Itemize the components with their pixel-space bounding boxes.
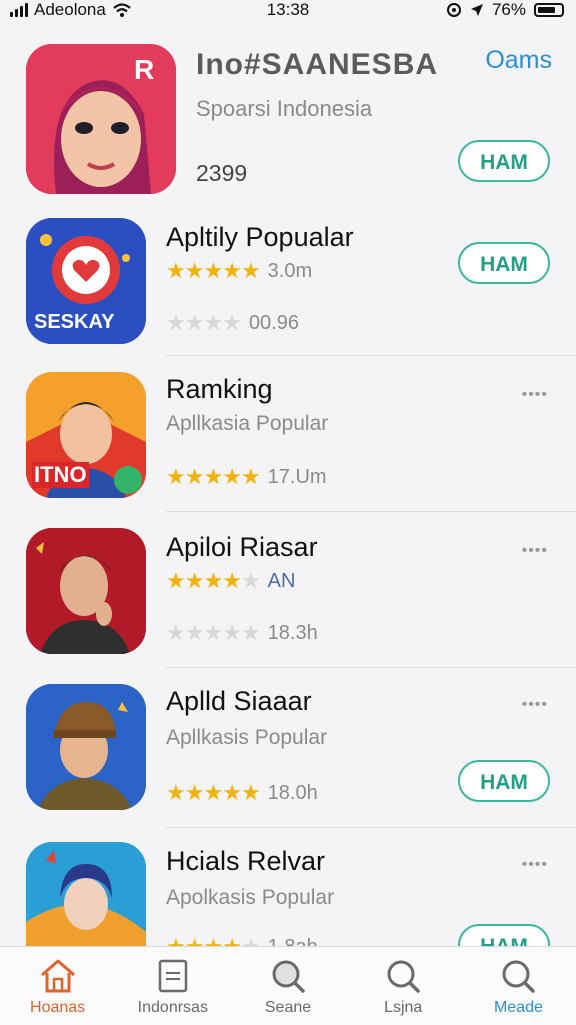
svg-text:R: R [134,54,154,85]
more-icon[interactable]: •••• [522,386,548,404]
more-icon[interactable]: •••• [522,856,548,874]
divider [166,667,576,668]
get-button[interactable]: HAM [458,242,550,284]
divider [166,827,576,828]
search-icon [502,960,536,993]
app-secondary-rating: ★★★★★ 18.3h [166,620,318,646]
featured-app[interactable]: R Ino#SAANESBA Oams Spoarsi Indonesia 23… [0,44,576,198]
tab-search[interactable]: Seane [230,947,345,1025]
tab-more[interactable]: Meade [461,947,576,1025]
star-rating-icon: ★★★★★ [166,934,261,946]
featured-count: 2399 [196,160,248,186]
featured-get-button[interactable]: HAM [458,140,550,182]
app-secondary-rating: ★★★★ 00.96 [166,310,299,336]
lock-rotation-icon [446,3,461,17]
rating-count: 1.8ah [268,936,318,947]
app-icon-label: SESKAY [34,311,115,333]
app-row-0[interactable]: SESKAY Apltily Popualar ★★★★★ 3.0m ★★★★ … [0,218,576,356]
more-icon[interactable]: •••• [522,542,548,560]
get-button[interactable]: HAM [458,924,550,946]
tab-label: Hoanas [30,999,86,1016]
app-rating: ★★★★★ 3.0m [166,258,312,284]
app-title: Apiloi Riasar [166,532,318,562]
app-row-3[interactable]: Aplld Siaaar Apllkasis Popular ★★★★★ 18.… [0,684,576,828]
home-icon [40,959,75,993]
rating-count: 17.Um [267,465,327,488]
list-icon [158,959,188,993]
size-label: 00.96 [248,311,299,334]
tab-indonesia[interactable]: Indonrsas [115,947,230,1025]
tab-bar: Hoanas Indonrsas Seane Lsjna Meade [0,946,576,1025]
featured-subtitle: Spoarsi Indonesia [196,96,373,121]
see-all-link[interactable]: Oams [485,46,552,75]
app-row-2[interactable]: Apiloi Riasar ★★★★★ AN ★★★★★ 18.3h •••• [0,528,576,668]
location-icon [470,4,483,16]
status-bar: Adeolona 13:38 76% [0,0,576,20]
app-icon-avatar: ITNO [26,372,146,498]
app-title: Ramking [166,374,273,404]
app-icon-avatar [26,528,146,654]
more-icon[interactable]: •••• [522,696,548,714]
app-subtitle: Apllkasia Popular [166,412,329,435]
battery-percent: 76% [491,0,526,19]
app-icon-label: ITNO [32,462,89,488]
app-rating: ★★★★★ 17.Um [166,464,327,490]
star-rating-icon: ★★★★★ [166,780,261,805]
featured-title: Ino#SAANESBA [196,48,439,81]
search-icon [272,960,305,993]
divider [166,355,576,356]
divider [166,511,576,512]
app-row-1[interactable]: ITNO Ramking Apllkasia Popular ★★★★★ 17.… [0,372,576,512]
app-icon-avatar [26,842,146,946]
tab-home[interactable]: Hoanas [0,947,115,1025]
app-subtitle: Apolkasis Popular [166,886,335,909]
rating-count: 3.0m [267,259,313,282]
search-icon [387,960,420,993]
tab-label: Meade [493,999,543,1016]
app-rating: ★★★★★ AN [166,568,295,594]
tab-label: Indonrsas [137,999,208,1016]
tab-label: Lsjna [384,999,423,1016]
star-rating-icon: ★★★★★ [166,464,261,489]
app-rating: ★★★★★ 1.8ah [166,934,318,946]
app-subtitle: Apllkasis Popular [166,726,328,749]
star-rating-icon: ★★★★ [166,310,242,335]
star-rating-icon: ★★★★★ [166,568,261,593]
app-row-4[interactable]: Hcials Relvar Apolkasis Popular ★★★★★ 1.… [0,842,576,946]
app-title: Apltily Popualar [166,222,354,252]
star-rating-icon: ★★★★★ [166,620,261,645]
status-time: 13:38 [266,0,310,19]
app-title: Aplld Siaaar [166,686,312,716]
battery-icon [534,3,564,17]
app-icon-avatar [26,684,146,810]
app-icon-heart: SESKAY [26,218,146,344]
featured-app-icon: R [26,44,176,194]
tab-label: Seane [264,999,312,1016]
rating-count: AN [267,569,296,592]
tab-search-2[interactable]: Lsjna [346,947,461,1025]
app-rating: ★★★★★ 18.0h [166,780,318,806]
get-button[interactable]: HAM [458,760,550,802]
rating-count: 18.0h [267,781,318,804]
app-title: Hcials Relvar [166,846,326,876]
star-rating-icon: ★★★★★ [166,258,261,283]
size-label: 18.3h [267,621,318,644]
